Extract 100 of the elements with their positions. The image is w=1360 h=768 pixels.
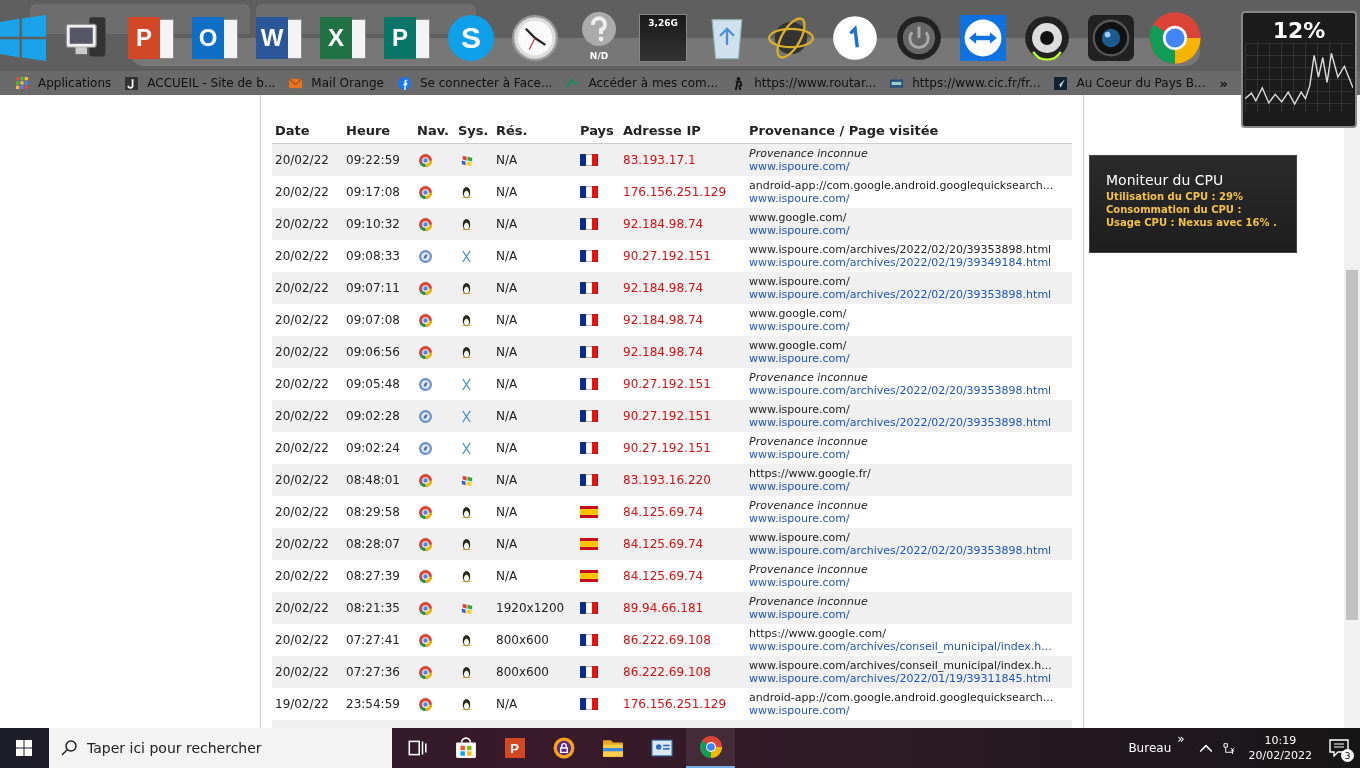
- referrer-text: Provenance inconnue: [749, 499, 869, 512]
- table-cell: 09:10:32: [343, 208, 414, 240]
- page-link[interactable]: www.ispoure.com/archives/2022/02/20/39353898.html: [749, 416, 1072, 429]
- page-link[interactable]: www.ispoure.com/archives/conseil_municipal/index.h...: [749, 640, 1072, 653]
- page-link[interactable]: www.ispoure.com/archives/2022/02/20/39353898.html: [749, 544, 1072, 557]
- table-cell: 09:07:11: [343, 272, 414, 304]
- table-cell: 20/02/22: [272, 592, 343, 624]
- bookmark-link[interactable]: Se connecter à Face...: [391, 76, 559, 90]
- page-link[interactable]: www.ispoure.com/: [749, 192, 1072, 205]
- ip-address: 176.156.251.129: [620, 688, 746, 720]
- table-cell: N/A: [493, 368, 577, 400]
- bookmark-link[interactable]: https://www.cic.fr/fr...: [884, 76, 1047, 90]
- page-link[interactable]: www.ispoure.com/: [749, 480, 1072, 493]
- page-link[interactable]: www.ispoure.com/: [749, 448, 1072, 461]
- table-cell: 20/02/22: [272, 240, 343, 272]
- table-cell: 20/02/22: [272, 528, 343, 560]
- desktop-label[interactable]: Bureau: [1128, 741, 1172, 755]
- table-cell: 20/02/22: [272, 624, 343, 656]
- table-cell: 07:27:36: [343, 656, 414, 688]
- page-link[interactable]: www.ispoure.com/: [749, 224, 1072, 237]
- page-link[interactable]: www.ispoure.com/: [749, 512, 1072, 525]
- table-cell: 20/02/22: [272, 336, 343, 368]
- bookmark-link[interactable]: Mail Orange: [283, 76, 390, 90]
- table-cell: 20/02/22: [272, 143, 343, 176]
- referrer-url: android-app://com.google.android.googlequicksearch...: [749, 691, 1055, 704]
- table-cell: N/A: [493, 560, 577, 592]
- table-cell: 09:06:56: [343, 336, 414, 368]
- table-cell: 09:17:08: [343, 176, 414, 208]
- ip-address: 90.27.192.151: [620, 240, 746, 272]
- ip-address: 90.27.192.151: [620, 368, 746, 400]
- memory-gadget[interactable]: 3,26G: [639, 14, 687, 62]
- page-link[interactable]: www.ispoure.com/archives/2022/02/19/39349184.html: [749, 256, 1072, 269]
- page-link[interactable]: www.ispoure.com/: [749, 576, 1072, 589]
- table-cell: 20/02/22: [272, 400, 343, 432]
- column-header: Adresse IP: [620, 117, 746, 144]
- referrer-url: android-app://com.google.android.googlequicksearch...: [749, 179, 1055, 192]
- bookmark-link[interactable]: https://www.routar...: [726, 76, 883, 90]
- bookmark-link[interactable]: Au Coeur du Pays B...: [1048, 76, 1212, 90]
- referrer-url: www.ispoure.com/archives/conseil_municipal/index.h...: [749, 659, 1053, 672]
- ip-address: 92.184.98.74: [620, 208, 746, 240]
- table-cell: N/A: [493, 272, 577, 304]
- cpu-meter-gadget[interactable]: 12%: [1241, 11, 1357, 128]
- table-cell: 07:27:41: [343, 624, 414, 656]
- cpu-percentage: 12%: [1272, 18, 1326, 43]
- column-header: Date: [272, 117, 343, 144]
- ip-address: 84.125.69.74: [620, 496, 746, 528]
- gadget-title: Moniteur du CPU: [1106, 172, 1225, 188]
- referrer-text: Provenance inconnue: [749, 147, 869, 160]
- column-header: Nav.: [414, 117, 455, 144]
- table-cell: N/A: [493, 528, 577, 560]
- more-bookmarks[interactable]: »: [1219, 75, 1228, 91]
- bookmark-link[interactable]: Accéder à mes com...: [560, 76, 725, 90]
- referrer-text: Provenance inconnue: [749, 563, 869, 576]
- ip-address: 83.193.16.220: [620, 464, 746, 496]
- page-link[interactable]: www.ispoure.com/: [749, 704, 1072, 717]
- table-cell: 800x600: [493, 656, 577, 688]
- table-cell: 09:22:59: [343, 143, 414, 176]
- page-link[interactable]: www.ispoure.com/archives/2022/01/19/39311845.html: [749, 672, 1072, 685]
- table-cell: 08:48:01: [343, 464, 414, 496]
- clock-time: 10:19: [1264, 733, 1297, 748]
- table-cell: 20/02/22: [272, 208, 343, 240]
- bookmark-link[interactable]: Applications: [10, 76, 118, 90]
- ip-address: 90.27.192.151: [620, 400, 746, 432]
- taskbar-app[interactable]: P: [490, 728, 539, 768]
- powerpoint-icon: P: [504, 738, 525, 758]
- table-cell: 800x600: [493, 624, 577, 656]
- notification-button[interactable]: 3: [1324, 728, 1354, 768]
- referrer-url: www.ispoure.com/: [749, 531, 851, 544]
- table-cell: 08:21:35: [343, 592, 414, 624]
- table-cell: N/A: [493, 688, 577, 720]
- table-cell: 08:27:39: [343, 560, 414, 592]
- referrer-text: Provenance inconnue: [749, 435, 869, 448]
- ip-address: 86.222.69.108: [620, 624, 746, 656]
- page-link[interactable]: www.ispoure.com/: [749, 608, 1072, 621]
- gadget-line: Consommation du CPU :: [1106, 203, 1243, 216]
- page-link[interactable]: www.ispoure.com/archives/2022/02/20/39353898.html: [749, 384, 1072, 397]
- table-cell: 20/02/22: [272, 560, 343, 592]
- table-cell: N/A: [493, 240, 577, 272]
- table-cell: 09:02:24: [343, 432, 414, 464]
- page-link[interactable]: www.ispoure.com/archives/2022/02/20/39353898.html: [749, 288, 1072, 301]
- referrer-text: Provenance inconnue: [749, 595, 869, 608]
- page-link[interactable]: www.ispoure.com/: [749, 160, 1072, 173]
- table-cell: 1920x1200: [493, 592, 577, 624]
- page-link[interactable]: www.ispoure.com/: [749, 352, 1072, 365]
- system-clock[interactable]: 10:19 20/02/2022: [1248, 733, 1312, 763]
- bookmark-link[interactable]: ACCUEIL - Site de b...: [119, 76, 282, 90]
- ip-address: 84.125.69.74: [620, 560, 746, 592]
- table-cell: 20/02/22: [272, 432, 343, 464]
- toolbar-more[interactable]: »: [1177, 732, 1185, 746]
- column-header: Pays: [577, 117, 620, 144]
- help-gadget[interactable]: N/D: [576, 11, 622, 65]
- table-cell: N/A: [493, 464, 577, 496]
- referrer-url: www.google.com/: [749, 339, 848, 352]
- table-cell: 09:05:48: [343, 368, 414, 400]
- ip-address: 84.125.69.74: [620, 528, 746, 560]
- search-field[interactable]: Taper ici pour rechercher: [49, 728, 392, 768]
- referrer-url: www.google.com/: [749, 307, 848, 320]
- notification-count: 3: [1341, 749, 1354, 762]
- page-link[interactable]: www.ispoure.com/: [749, 320, 1072, 333]
- table-cell: 08:29:58: [343, 496, 414, 528]
